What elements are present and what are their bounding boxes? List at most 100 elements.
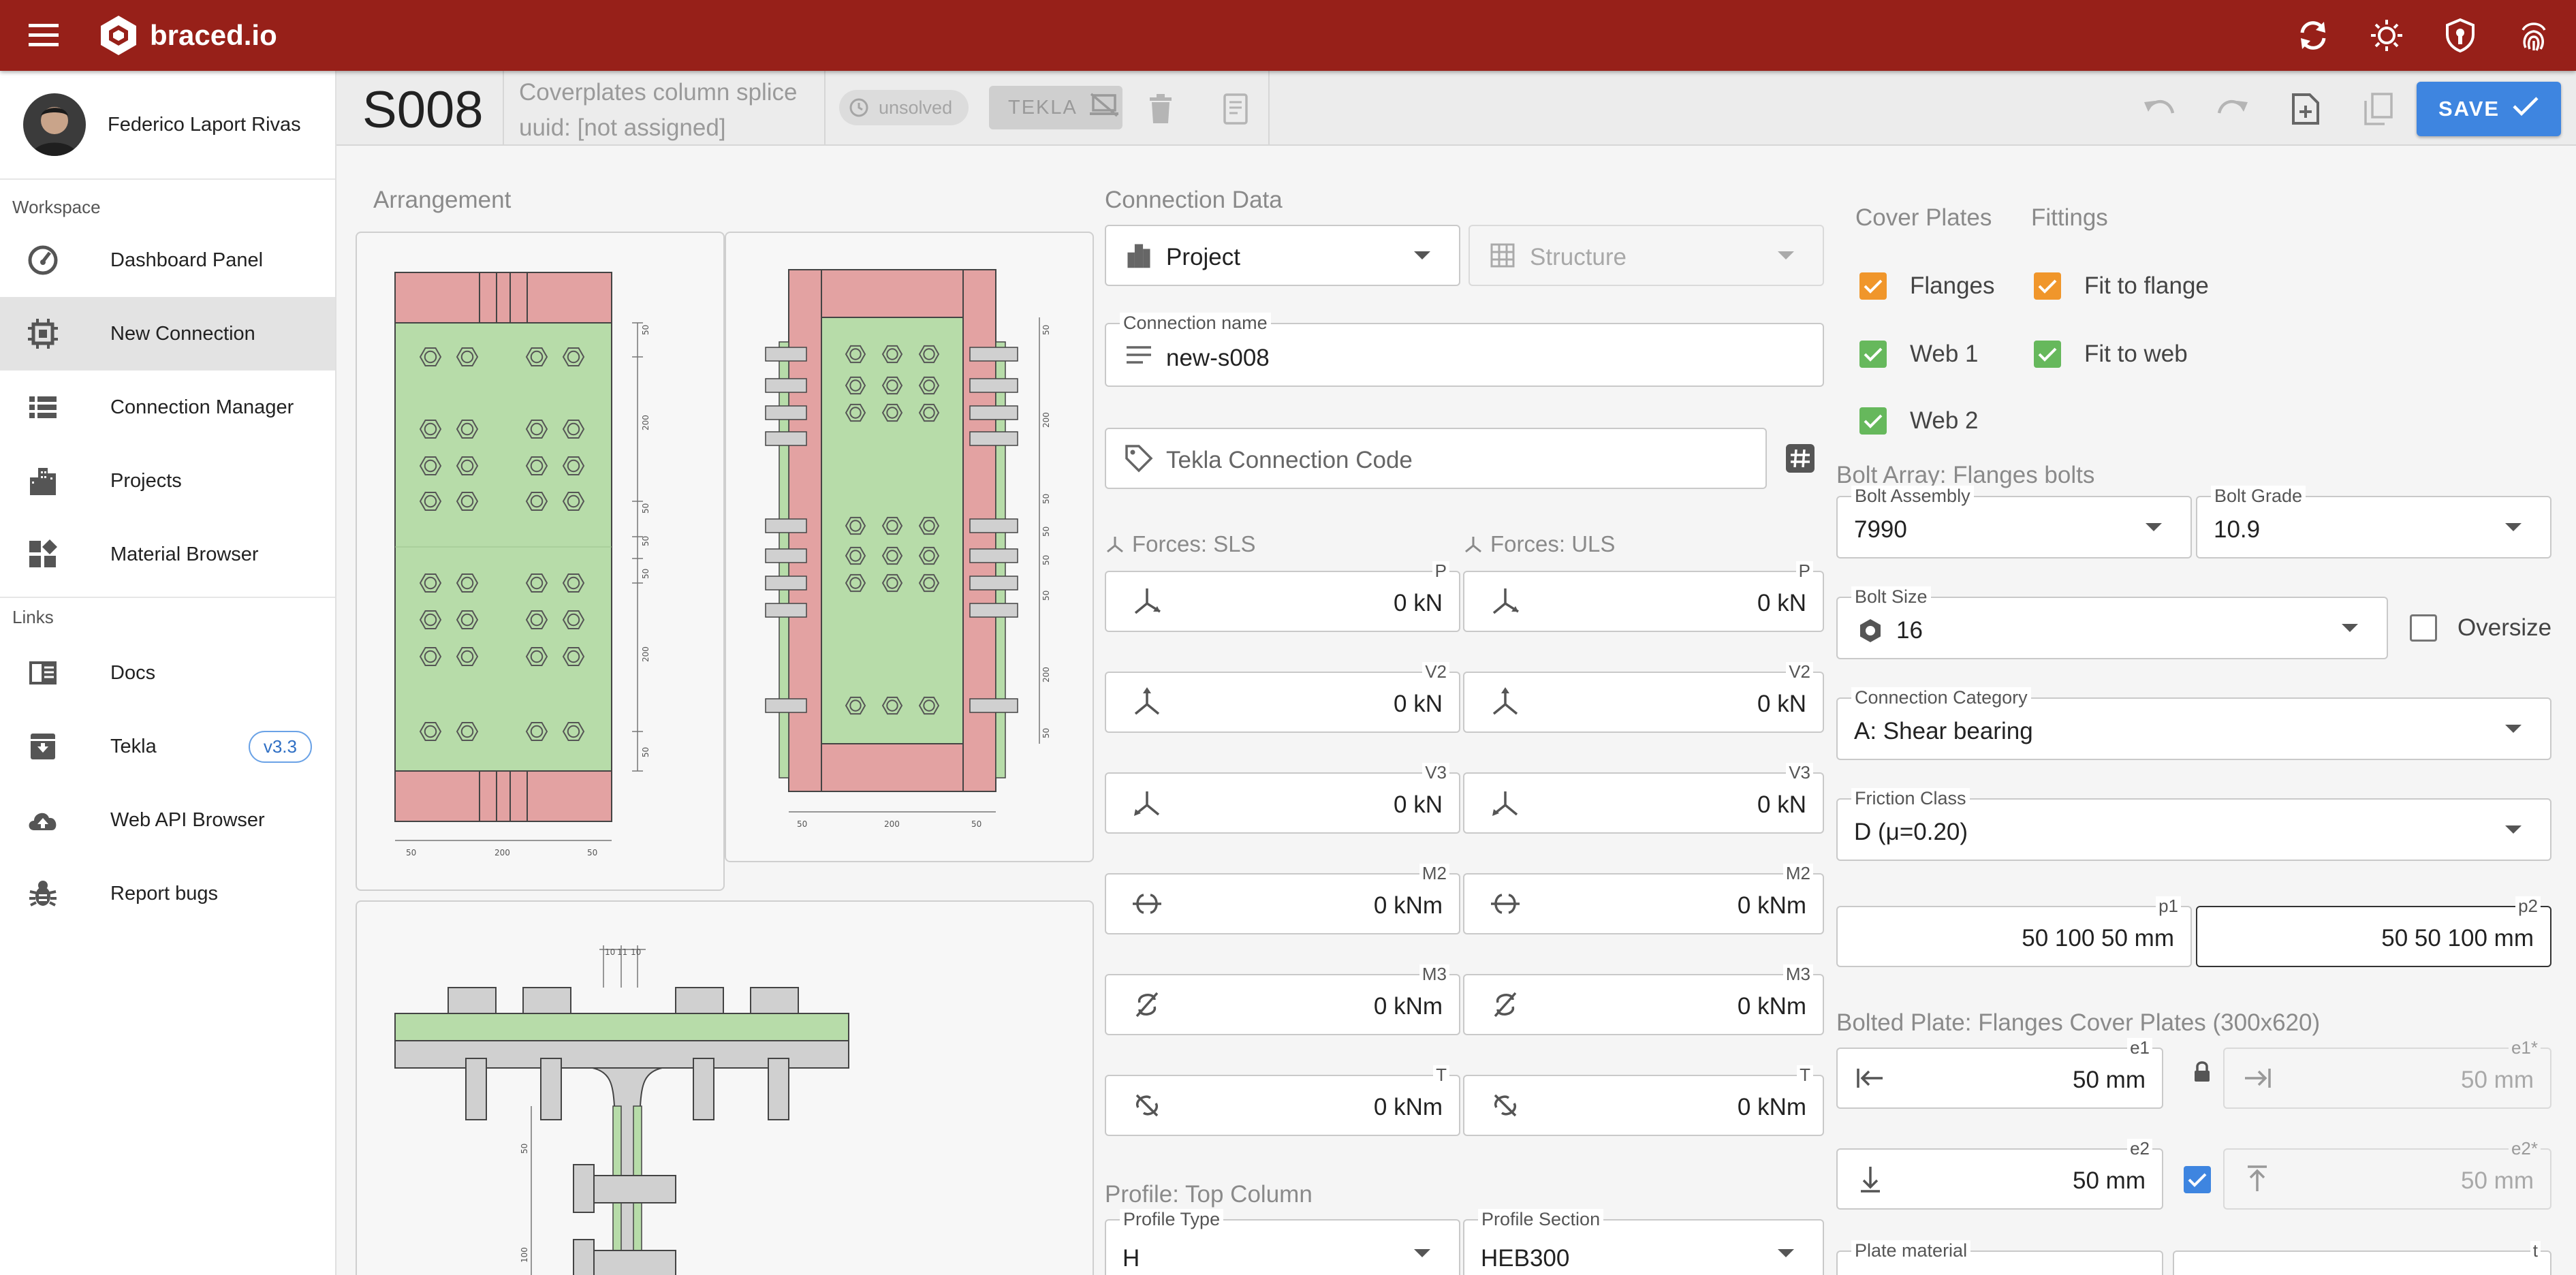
sync-icon[interactable] — [2291, 14, 2335, 57]
oversize-checkbox[interactable]: Oversize — [2410, 614, 2551, 642]
menu-icon[interactable] — [23, 15, 64, 56]
main-content: Arrangement 50 200 50 50 50 200 50 50 20… — [336, 147, 2576, 1275]
friction-class-select[interactable]: Friction Class D (μ=0.20) — [1836, 788, 2551, 861]
p2-field[interactable]: p2 50 50 100 mm — [2196, 896, 2551, 967]
e2-star-value: 50 mm — [2461, 1167, 2534, 1194]
lock-icon[interactable] — [2192, 1060, 2212, 1084]
section-view-drawing[interactable]: 10 11 10 50 100 — [356, 900, 1094, 1275]
report-icon[interactable] — [1215, 89, 1256, 129]
nav-label: Dashboard Panel — [110, 249, 264, 271]
tekla-code-field[interactable]: Tekla Connection Code — [1105, 428, 1767, 489]
fit-to-web-checkbox[interactable]: Fit to web — [2034, 341, 2188, 368]
arrow-right-bar-icon — [2241, 1062, 2274, 1095]
force-sls-v2[interactable]: V2 0 kN — [1105, 662, 1460, 733]
web2-checkbox[interactable]: Web 2 — [1859, 407, 1979, 435]
force-sls-t[interactable]: T 0 kNm — [1105, 1065, 1460, 1136]
nav-web-api-browser[interactable]: Web API Browser — [0, 783, 335, 857]
connection-category-value: A: Shear bearing — [1854, 718, 2033, 744]
hash-icon[interactable] — [1783, 441, 1817, 475]
force-label: V3 — [1786, 763, 1813, 782]
undo-icon[interactable] — [2139, 89, 2180, 129]
checked-icon — [1859, 341, 1887, 368]
shear-v3-icon — [1128, 784, 1166, 822]
archive-icon — [25, 728, 61, 765]
front-view-drawing[interactable]: 50 200 50 50 50 200 50 50 200 50 — [356, 232, 725, 891]
nav-material-browser[interactable]: Material Browser — [0, 518, 335, 591]
structure-select[interactable]: Structure — [1468, 225, 1824, 286]
brightness-icon[interactable] — [2365, 14, 2408, 57]
fit-to-flange-checkbox[interactable]: Fit to flange — [2034, 272, 2209, 300]
bolt-shank — [969, 576, 1018, 591]
force-uls-v2[interactable]: V2 0 kN — [1463, 662, 1824, 733]
force-label: V2 — [1422, 662, 1449, 681]
shear-v3-icon — [1486, 784, 1524, 822]
shear-v2-icon — [1128, 683, 1166, 721]
check-icon — [2512, 95, 2539, 123]
e1-field[interactable]: e1 50 mm — [1836, 1038, 2163, 1109]
force-uls-t[interactable]: T 0 kNm — [1463, 1065, 1824, 1136]
bolt-size-value: 16 — [1896, 617, 1923, 644]
profile-section-select[interactable]: Profile Section HEB300 — [1463, 1209, 1824, 1275]
app-name: braced.io — [150, 19, 277, 51]
force-value: 0 kNm — [1737, 993, 1806, 1020]
e2-lock-checkbox[interactable] — [2184, 1166, 2211, 1193]
bolt-shank — [765, 548, 807, 563]
nav-projects[interactable]: Projects — [0, 444, 335, 518]
e2-field[interactable]: e2 50 mm — [1836, 1139, 2163, 1210]
e1-star-field[interactable]: e1* 50 mm — [2223, 1038, 2551, 1109]
force-uls-v3[interactable]: V3 0 kN — [1463, 763, 1824, 834]
workspace-caption: Workspace — [12, 197, 101, 217]
copy-icon[interactable] — [2358, 89, 2399, 129]
bolt-size-select[interactable]: Bolt Size 16 — [1836, 586, 2388, 659]
nav-new-connection[interactable]: New Connection — [0, 297, 335, 371]
delete-icon[interactable] — [1140, 89, 1181, 129]
torsion-icon — [1128, 1086, 1166, 1124]
oversize-label: Oversize — [2457, 614, 2552, 641]
bolt-hole — [460, 650, 474, 663]
flanges-checkbox[interactable]: Flanges — [1859, 272, 1995, 300]
dim-label: 50 — [587, 848, 597, 857]
user-profile[interactable]: Federico Laport Rivas — [0, 71, 335, 180]
force-label: M2 — [1782, 864, 1813, 883]
web1-checkbox[interactable]: Web 1 — [1859, 341, 1979, 368]
nav-tekla[interactable]: Tekla v3.3 — [0, 710, 335, 783]
nav-docs[interactable]: Docs — [0, 636, 335, 710]
force-value: 0 kN — [1394, 590, 1443, 616]
profile-type-select[interactable]: Profile Type H — [1105, 1209, 1460, 1275]
tekla-button[interactable]: TEKLA — [989, 86, 1122, 129]
bolt-hole — [567, 650, 580, 663]
nav-report-bugs[interactable]: Report bugs — [0, 857, 335, 930]
fingerprint-icon[interactable] — [2512, 14, 2556, 57]
force-sls-m2[interactable]: M2 0 kNm — [1105, 864, 1460, 934]
file-add-icon[interactable] — [2284, 89, 2325, 129]
force-uls-m2[interactable]: M2 0 kNm — [1463, 864, 1824, 934]
bolt-grade-select[interactable]: Bolt Grade 10.9 — [2196, 486, 2551, 558]
save-button[interactable]: SAVE — [2417, 82, 2561, 136]
project-select[interactable]: Project — [1105, 225, 1460, 286]
nav-label: Connection Manager — [110, 396, 294, 418]
side-view-drawing[interactable]: 50 200 50 50 50 50 200 50 50 200 50 — [725, 232, 1094, 862]
force-uls-m3[interactable]: M3 0 kNm — [1463, 964, 1824, 1035]
connection-category-select[interactable]: Connection Category A: Shear bearing — [1836, 687, 2551, 760]
city-icon — [25, 462, 61, 499]
redo-icon[interactable] — [2212, 89, 2253, 129]
nav-connection-manager[interactable]: Connection Manager — [0, 371, 335, 444]
p1-field[interactable]: p1 50 100 50 mm — [1836, 896, 2192, 967]
e2-star-field[interactable]: e2* 50 mm — [2223, 1139, 2551, 1210]
checked-icon — [2184, 1166, 2211, 1193]
brand[interactable]: braced.io — [99, 14, 277, 57]
braced-logo-icon — [101, 16, 136, 55]
plate-thickness-field[interactable]: t — [2173, 1241, 2551, 1275]
force-uls-p[interactable]: P 0 kN — [1463, 561, 1824, 632]
connection-name-field[interactable]: Connection name new-s008 — [1105, 313, 1824, 387]
bolt-assembly-label: Bolt Assembly — [1851, 486, 1974, 506]
plate-material-select[interactable]: Plate material — [1836, 1240, 2163, 1275]
bolt-assembly-select[interactable]: Bolt Assembly 7990 — [1836, 486, 2192, 558]
bolt-size-label: Bolt Size — [1851, 586, 1931, 607]
force-sls-m3[interactable]: M3 0 kNm — [1105, 964, 1460, 1035]
force-sls-p[interactable]: P 0 kN — [1105, 561, 1460, 632]
nav-dashboard-panel[interactable]: Dashboard Panel — [0, 223, 335, 297]
forces-sls-title: Forces: SLS — [1105, 531, 1256, 557]
shield-key-icon[interactable] — [2438, 14, 2482, 57]
force-sls-v3[interactable]: V3 0 kN — [1105, 763, 1460, 834]
